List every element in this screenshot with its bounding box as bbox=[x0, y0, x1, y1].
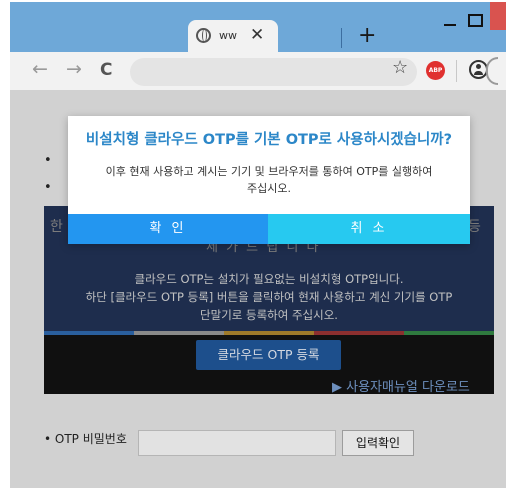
address-bar[interactable] bbox=[130, 58, 417, 86]
list-bullet: • bbox=[44, 180, 52, 195]
new-tab-button[interactable]: + bbox=[358, 23, 376, 48]
otp-confirm-dialog: 비설치형 클라우드 OTP를 기본 OTP로 사용하시겠습니까? 이후 현재 사… bbox=[68, 116, 470, 244]
back-icon[interactable]: ← bbox=[32, 58, 48, 80]
browser-tab[interactable]: ww ✕ bbox=[188, 20, 278, 54]
register-cloud-otp-button[interactable]: 클라우드 OTP 등록 bbox=[196, 340, 341, 370]
banner-cut-text-left: 한 bbox=[50, 219, 63, 235]
dialog-message-line-2: 주십시오. bbox=[247, 182, 291, 195]
cancel-button[interactable]: 취 소 bbox=[268, 214, 470, 244]
dialog-message: 이후 현재 사용하고 계시는 기기 및 브라우저를 통하여 OTP를 실행하여 … bbox=[74, 163, 464, 197]
banner-description-1: 클라우드 OTP는 설치가 필요없는 비설치형 OTP입니다. bbox=[134, 272, 404, 286]
manual-download-link[interactable]: ▶ 사용자매뉴얼 다운로드 bbox=[332, 376, 470, 395]
dialog-title: 비설치형 클라우드 OTP를 기본 OTP로 사용하시겠습니까? bbox=[85, 132, 453, 148]
tab-close-icon[interactable]: ✕ bbox=[250, 25, 264, 45]
otp-password-label: • OTP 비밀번호 bbox=[44, 432, 127, 446]
banner-description-2: 하단 [클라우드 OTP 등록] 버튼을 클릭하여 현재 사용하고 계신 기기를… bbox=[85, 290, 453, 304]
ok-button[interactable]: 확 인 bbox=[68, 214, 268, 244]
bookmark-star-icon[interactable]: ☆ bbox=[392, 57, 408, 78]
close-window-button[interactable] bbox=[490, 2, 506, 30]
tab-title: ww bbox=[219, 29, 237, 42]
toolbar-separator bbox=[456, 60, 457, 82]
reload-icon[interactable]: C bbox=[100, 60, 112, 80]
banner-description-3: 단말기로 등록하여 주십시오. bbox=[200, 308, 338, 322]
tab-separator bbox=[341, 28, 342, 48]
globe-icon bbox=[196, 28, 211, 43]
minimize-button[interactable] bbox=[444, 24, 456, 26]
list-bullet: • bbox=[44, 153, 52, 168]
browser-toolbar: ← → C ☆ ABP bbox=[10, 52, 506, 90]
forward-icon[interactable]: → bbox=[66, 58, 82, 80]
otp-password-input[interactable] bbox=[138, 430, 336, 456]
confirm-input-button[interactable]: 입력확인 bbox=[342, 430, 414, 456]
dialog-message-line-1: 이후 현재 사용하고 계시는 기기 및 브라우저를 통하여 OTP를 실행하여 bbox=[105, 165, 433, 178]
adblock-icon[interactable]: ABP bbox=[426, 61, 445, 80]
maximize-button[interactable] bbox=[468, 14, 483, 27]
